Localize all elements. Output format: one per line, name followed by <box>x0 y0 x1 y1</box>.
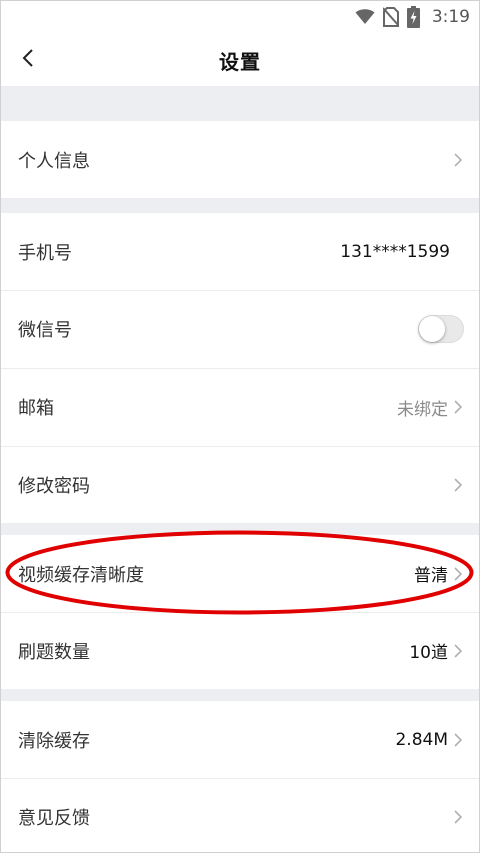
row-label: 修改密码 <box>18 475 90 497</box>
section-divider <box>0 198 480 213</box>
row-video-cache-quality[interactable]: 视频缓存清晰度 普清 <box>0 535 480 612</box>
chevron-right-icon <box>454 732 464 747</box>
section-divider <box>0 689 480 701</box>
chevron-right-icon <box>454 477 464 492</box>
no-sim-icon <box>382 7 399 27</box>
chevron-left-icon <box>22 48 34 72</box>
row-question-count[interactable]: 刷题数量 10道 <box>0 612 480 689</box>
section-study: 视频缓存清晰度 普清 刷题数量 10道 <box>0 535 480 689</box>
row-wechat[interactable]: 微信号 <box>0 290 480 368</box>
chevron-right-icon <box>454 643 464 658</box>
phone-value: 131****1599 <box>340 241 450 262</box>
row-clear-cache[interactable]: 清除缓存 2.84M <box>0 701 480 778</box>
wifi-icon <box>355 9 375 25</box>
row-label: 视频缓存清晰度 <box>18 564 144 586</box>
chevron-right-icon <box>454 400 464 414</box>
row-email[interactable]: 邮箱 未绑定 <box>0 368 480 446</box>
toggle-knob <box>419 316 445 342</box>
row-label: 微信号 <box>18 320 72 341</box>
row-change-password[interactable]: 修改密码 <box>0 446 480 523</box>
row-label: 刷题数量 <box>18 641 90 663</box>
cache-size-value: 2.84M <box>395 729 448 750</box>
status-bar: 3:19 <box>0 0 480 34</box>
top-bar: 设置 <box>0 34 480 86</box>
section-profile: 个人信息 <box>0 121 480 198</box>
battery-charging-icon <box>406 6 420 28</box>
settings-screen: 3:19 设置 个人信息 手机号 131****1599 微信号 邮箱 未绑定 … <box>0 0 480 853</box>
row-label: 个人信息 <box>18 150 90 172</box>
row-personal-info[interactable]: 个人信息 <box>0 121 480 198</box>
row-label: 清除缓存 <box>18 730 90 752</box>
back-button[interactable] <box>10 34 46 86</box>
section-misc: 清除缓存 2.84M 意见反馈 <box>0 701 480 853</box>
row-label: 意见反馈 <box>18 808 90 829</box>
email-value: 未绑定 <box>397 399 448 420</box>
status-time: 3:19 <box>431 7 470 27</box>
row-label: 手机号 <box>18 242 72 264</box>
row-label: 邮箱 <box>18 398 54 419</box>
chevron-right-icon <box>454 810 464 824</box>
question-count-value: 10道 <box>409 643 448 663</box>
video-quality-value: 普清 <box>414 566 448 586</box>
wechat-toggle[interactable] <box>418 315 464 343</box>
row-phone[interactable]: 手机号 131****1599 <box>0 213 480 290</box>
section-divider <box>0 523 480 535</box>
section-account: 手机号 131****1599 微信号 邮箱 未绑定 修改密码 <box>0 213 480 523</box>
page-title: 设置 <box>219 49 261 74</box>
chevron-right-icon <box>454 566 464 581</box>
chevron-right-icon <box>454 152 464 167</box>
row-feedback[interactable]: 意见反馈 <box>0 778 480 853</box>
section-divider <box>0 86 480 121</box>
